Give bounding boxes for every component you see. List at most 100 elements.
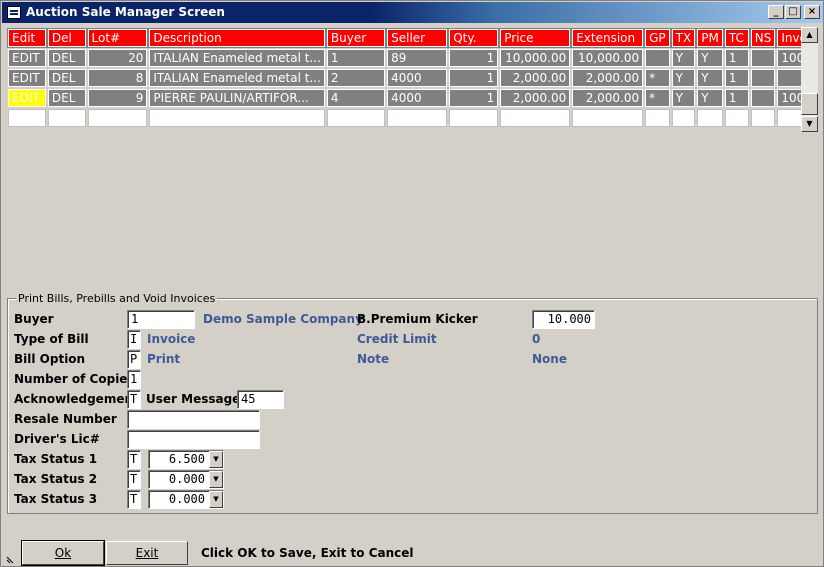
pm-cell[interactable]: Y bbox=[697, 69, 723, 87]
tax-status-2-flag[interactable]: T bbox=[127, 470, 141, 489]
sale-grid: Edit Del Lot# Description Buyer Seller Q… bbox=[6, 27, 818, 134]
copies-input[interactable]: 1 bbox=[127, 370, 141, 389]
tax-status-1-label: Tax Status 1 bbox=[14, 452, 98, 466]
tax-status-1-rate[interactable]: 6.500 ▼ bbox=[148, 450, 224, 469]
resale-number-input[interactable] bbox=[127, 410, 260, 429]
lot-cell[interactable]: 8 bbox=[87, 69, 148, 87]
bill-option-input[interactable]: P bbox=[127, 350, 141, 369]
close-button[interactable]: × bbox=[804, 5, 820, 19]
grid-scrollbar[interactable]: ▲ ▼ bbox=[801, 27, 818, 132]
type-of-bill-input[interactable]: I bbox=[127, 330, 141, 349]
lot-cell[interactable]: 20 bbox=[87, 49, 148, 67]
empty-row[interactable] bbox=[8, 109, 816, 127]
col-header-tc[interactable]: TC bbox=[723, 28, 750, 48]
col-header-seller[interactable]: Seller bbox=[386, 28, 449, 48]
chevron-down-icon[interactable]: ▼ bbox=[209, 491, 223, 508]
pm-cell[interactable]: Y bbox=[697, 89, 723, 107]
col-header-tx[interactable]: TX bbox=[670, 28, 697, 48]
exit-button-label: Exit bbox=[135, 546, 159, 560]
seller-cell[interactable]: 4000 bbox=[387, 69, 448, 87]
ns-cell[interactable] bbox=[750, 69, 776, 87]
qty-cell[interactable]: 1 bbox=[449, 49, 499, 67]
col-header-buyer[interactable]: Buyer bbox=[325, 28, 387, 48]
price-cell[interactable]: 2,000.00 bbox=[500, 69, 571, 87]
tx-cell[interactable]: Y bbox=[671, 89, 696, 107]
buyer-cell[interactable]: 1 bbox=[326, 49, 386, 67]
col-header-pm[interactable]: PM bbox=[696, 28, 724, 48]
col-header-price[interactable]: Price bbox=[499, 28, 572, 48]
tax-status-3-flag[interactable]: T bbox=[127, 490, 141, 509]
description-cell[interactable]: ITALIAN Enameled metal t... bbox=[149, 49, 325, 67]
buyer-cell[interactable]: 4 bbox=[326, 89, 386, 107]
table-row[interactable]: EDIT DEL 20 ITALIAN Enameled metal t... … bbox=[8, 49, 816, 67]
tax-status-2-rate[interactable]: 0.000 ▼ bbox=[148, 470, 224, 489]
credit-limit-value: 0 bbox=[532, 332, 541, 346]
ns-cell[interactable] bbox=[750, 49, 776, 67]
gp-cell[interactable] bbox=[645, 49, 670, 67]
tc-cell[interactable]: 1 bbox=[724, 69, 749, 87]
acknowledgement-input[interactable]: T bbox=[127, 390, 141, 409]
buyer-input[interactable]: 1 bbox=[127, 310, 195, 329]
qty-cell[interactable]: 1 bbox=[449, 89, 499, 107]
price-cell[interactable]: 10,000.00 bbox=[500, 49, 571, 67]
sale-table: Edit Del Lot# Description Buyer Seller Q… bbox=[6, 27, 818, 129]
tax-status-1-flag[interactable]: T bbox=[127, 450, 141, 469]
minimize-button[interactable]: _ bbox=[768, 5, 784, 19]
tx-cell[interactable]: Y bbox=[671, 69, 696, 87]
exit-button[interactable]: Exit bbox=[106, 541, 188, 565]
del-cell[interactable]: DEL bbox=[47, 69, 86, 87]
credit-limit-label: Credit Limit bbox=[357, 332, 437, 346]
description-cell[interactable]: PIERRE PAULIN/ARTIFOR... bbox=[149, 89, 325, 107]
buyer-cell[interactable]: 2 bbox=[326, 69, 386, 87]
maximize-button[interactable]: □ bbox=[785, 5, 801, 19]
app-window: Auction Sale Manager Screen _ □ × Edit D… bbox=[0, 0, 824, 567]
table-row[interactable]: EDIT DEL 9 PIERRE PAULIN/ARTIFOR... 4 40… bbox=[8, 89, 816, 107]
col-header-extension[interactable]: Extension bbox=[571, 28, 645, 48]
col-header-lot[interactable]: Lot# bbox=[86, 28, 149, 48]
premium-kicker-input[interactable]: 10.000 bbox=[532, 310, 595, 329]
col-header-description[interactable]: Description bbox=[148, 28, 326, 48]
scroll-down-icon[interactable]: ▼ bbox=[801, 116, 818, 132]
pm-cell[interactable]: Y bbox=[697, 49, 723, 67]
tax-status-3-rate[interactable]: 0.000 ▼ bbox=[148, 490, 224, 509]
tx-cell[interactable]: Y bbox=[671, 49, 696, 67]
del-cell[interactable]: DEL bbox=[47, 89, 86, 107]
chevron-down-icon[interactable]: ▼ bbox=[209, 471, 223, 488]
price-cell[interactable]: 2,000.00 bbox=[500, 89, 571, 107]
description-cell[interactable]: ITALIAN Enameled metal t... bbox=[149, 69, 325, 87]
tc-cell[interactable]: 1 bbox=[724, 49, 749, 67]
edit-cell[interactable]: EDIT bbox=[8, 49, 46, 67]
ok-button-label: Ok bbox=[54, 546, 72, 560]
table-row[interactable]: EDIT DEL 8 ITALIAN Enameled metal t... 2… bbox=[8, 69, 816, 87]
extension-cell[interactable]: 10,000.00 bbox=[572, 49, 644, 67]
copies-label: Number of Copies bbox=[14, 372, 135, 386]
resize-grip-icon[interactable] bbox=[5, 553, 17, 565]
drivers-lic-input[interactable] bbox=[127, 430, 260, 449]
acknowledgement-label: Acknowledgement bbox=[14, 392, 139, 406]
edit-cell[interactable]: EDIT bbox=[8, 89, 46, 107]
user-messages-input[interactable]: 45 bbox=[237, 390, 284, 409]
gp-cell[interactable]: * bbox=[645, 89, 670, 107]
scroll-thumb[interactable] bbox=[801, 93, 818, 115]
col-header-del[interactable]: Del bbox=[46, 28, 87, 48]
scroll-up-icon[interactable]: ▲ bbox=[801, 27, 818, 43]
chevron-down-icon[interactable]: ▼ bbox=[209, 451, 223, 468]
seller-cell[interactable]: 4000 bbox=[387, 89, 448, 107]
col-header-gp[interactable]: GP bbox=[644, 28, 671, 48]
app-icon bbox=[7, 6, 21, 19]
edit-cell[interactable]: EDIT bbox=[8, 69, 46, 87]
tax-status-2-label: Tax Status 2 bbox=[14, 472, 98, 486]
ok-button[interactable]: Ok bbox=[21, 540, 105, 566]
ns-cell[interactable] bbox=[750, 89, 776, 107]
extension-cell[interactable]: 2,000.00 bbox=[572, 89, 644, 107]
tc-cell[interactable]: 1 bbox=[724, 89, 749, 107]
col-header-qty[interactable]: Qty. bbox=[448, 28, 500, 48]
seller-cell[interactable]: 89 bbox=[387, 49, 448, 67]
col-header-edit[interactable]: Edit bbox=[7, 28, 47, 48]
qty-cell[interactable]: 1 bbox=[449, 69, 499, 87]
col-header-ns[interactable]: NS bbox=[749, 28, 777, 48]
gp-cell[interactable]: * bbox=[645, 69, 670, 87]
lot-cell[interactable]: 9 bbox=[87, 89, 148, 107]
extension-cell[interactable]: 2,000.00 bbox=[572, 69, 644, 87]
del-cell[interactable]: DEL bbox=[47, 49, 86, 67]
